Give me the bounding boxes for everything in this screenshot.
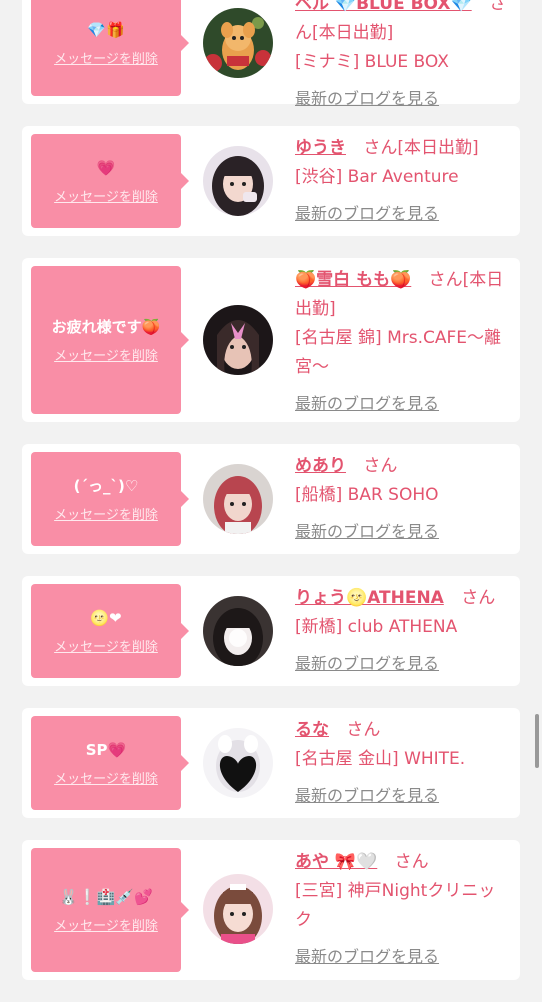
cast-info: あや 🎀🤍 さん [三宮] 神戸Nightクリニック 最新のブログを見る xyxy=(295,848,512,967)
cast-info: 🍑雪白 もも🍑 さん[本日出勤] [名古屋 錦] Mrs.CAFE〜離宮〜 最新… xyxy=(295,266,512,414)
cast-name-link[interactable]: めあり xyxy=(295,456,346,476)
message-card: 💎🎁 メッセージを削除 ベル 💎BLUE BOX💎 さん[本日出勤] [ミナミ]… xyxy=(22,0,520,108)
message-text: 💎🎁 xyxy=(87,20,125,39)
latest-blog-link[interactable]: 最新のブログを見る xyxy=(295,782,439,806)
delete-message-link[interactable]: メッセージを削除 xyxy=(54,915,158,934)
message-text: 💗 xyxy=(96,158,116,177)
message-text: SP💗 xyxy=(85,740,127,759)
message-bubble: 🐰❕🏥💉💕 メッセージを削除 xyxy=(31,848,189,972)
message-list: 💎🎁 メッセージを削除 ベル 💎BLUE BOX💎 さん[本日出勤] [ミナミ]… xyxy=(22,0,520,1002)
latest-blog-link[interactable]: 最新のブログを見る xyxy=(295,650,439,674)
message-card: 🐰❕🏥💉💕 メッセージを削除 あや 🎀🤍 さん [三宮] 神戸Nightクリニッ… xyxy=(22,840,520,980)
honorific: さん xyxy=(428,270,463,290)
delete-message-link[interactable]: メッセージを削除 xyxy=(54,504,158,523)
message-bubble: 🌝❤ メッセージを削除 xyxy=(31,584,189,678)
cast-name-link[interactable]: 🍑雪白 もも🍑 xyxy=(295,270,411,290)
scrollbar-thumb[interactable] xyxy=(535,714,539,768)
shop-text: [三宮] 神戸Nightクリニック xyxy=(295,881,496,930)
avatar[interactable] xyxy=(203,305,273,375)
message-text: お疲れ様です🍑 xyxy=(51,317,161,336)
latest-blog-link[interactable]: 最新のブログを見る xyxy=(295,85,439,109)
cast-name-link[interactable]: ゆうき xyxy=(295,138,346,158)
cast-info: りょう🌝ATHENA さん [新橋] club ATHENA 最新のブログを見る xyxy=(295,584,512,674)
cast-info: るな さん [名古屋 金山] WHITE. 最新のブログを見る xyxy=(295,716,512,806)
avatar[interactable] xyxy=(203,728,273,798)
cast-name-link[interactable]: あや 🎀🤍 xyxy=(295,852,377,872)
delete-message-link[interactable]: メッセージを削除 xyxy=(54,636,158,655)
cast-name-link[interactable]: ベル 💎BLUE BOX💎 xyxy=(295,0,472,14)
message-bubble: SP💗 メッセージを削除 xyxy=(31,716,189,810)
shop-text: [渋谷] Bar Aventure xyxy=(295,167,459,187)
cast-info: ゆうき さん[本日出勤] [渋谷] Bar Aventure 最新のブログを見る xyxy=(295,134,512,224)
honorific: さん xyxy=(346,720,381,740)
delete-message-link[interactable]: メッセージを削除 xyxy=(54,768,158,787)
message-bubble: お疲れ様です🍑 メッセージを削除 xyxy=(31,266,189,414)
avatar[interactable] xyxy=(203,874,273,944)
message-bubble: 💗 メッセージを削除 xyxy=(31,134,189,228)
honorific: さん xyxy=(363,456,398,476)
delete-message-link[interactable]: メッセージを削除 xyxy=(54,345,158,364)
shop-text: [新橋] club ATHENA xyxy=(295,617,458,637)
status-text: [本日出勤] xyxy=(397,138,479,158)
message-text: (ˊっ_ˋ)♡ xyxy=(73,476,139,495)
cast-name-link[interactable]: るな xyxy=(295,720,329,740)
avatar[interactable] xyxy=(203,596,273,666)
latest-blog-link[interactable]: 最新のブログを見る xyxy=(295,943,439,967)
honorific: さん xyxy=(461,588,496,608)
message-card: 💗 メッセージを削除 ゆうき さん[本日出勤] [渋谷] Bar Aventur… xyxy=(22,126,520,236)
delete-message-link[interactable]: メッセージを削除 xyxy=(54,186,158,205)
message-card: (ˊっ_ˋ)♡ メッセージを削除 めあり さん [船橋] BAR SOHO 最新… xyxy=(22,444,520,554)
avatar[interactable] xyxy=(203,146,273,216)
delete-message-link[interactable]: メッセージを削除 xyxy=(54,48,158,67)
shop-text: [名古屋 金山] WHITE. xyxy=(295,749,466,769)
status-text: [本日出勤] xyxy=(312,23,394,43)
honorific: さん xyxy=(394,852,429,872)
message-bubble: (ˊっ_ˋ)♡ メッセージを削除 xyxy=(31,452,189,546)
honorific: さん xyxy=(363,138,398,158)
message-card: 🌝❤ メッセージを削除 りょう🌝ATHENA さん [新橋] club ATHE… xyxy=(22,576,520,686)
message-text: 🌝❤ xyxy=(90,608,122,627)
shop-text: [船橋] BAR SOHO xyxy=(295,485,439,505)
cast-info: めあり さん [船橋] BAR SOHO 最新のブログを見る xyxy=(295,452,512,542)
latest-blog-link[interactable]: 最新のブログを見る xyxy=(295,200,439,224)
latest-blog-link[interactable]: 最新のブログを見る xyxy=(295,390,439,414)
cast-name-link[interactable]: りょう🌝ATHENA xyxy=(295,588,444,608)
latest-blog-link[interactable]: 最新のブログを見る xyxy=(295,518,439,542)
cast-info: ベル 💎BLUE BOX💎 さん[本日出勤] [ミナミ] BLUE BOX 最新… xyxy=(295,0,512,109)
avatar[interactable] xyxy=(203,464,273,534)
shop-text: [名古屋 錦] Mrs.CAFE〜離宮〜 xyxy=(295,328,502,377)
message-card: お疲れ様です🍑 メッセージを削除 🍑雪白 もも🍑 さん[本日出勤] [名古屋 錦… xyxy=(22,258,520,422)
message-text: 🐰❕🏥💉💕 xyxy=(59,887,153,906)
message-bubble: 💎🎁 メッセージを削除 xyxy=(31,0,189,96)
avatar[interactable] xyxy=(203,8,273,78)
message-card: SP💗 メッセージを削除 るな さん [名古屋 金山] WHITE. 最新のブロ… xyxy=(22,708,520,818)
shop-text: [ミナミ] BLUE BOX xyxy=(295,52,449,72)
